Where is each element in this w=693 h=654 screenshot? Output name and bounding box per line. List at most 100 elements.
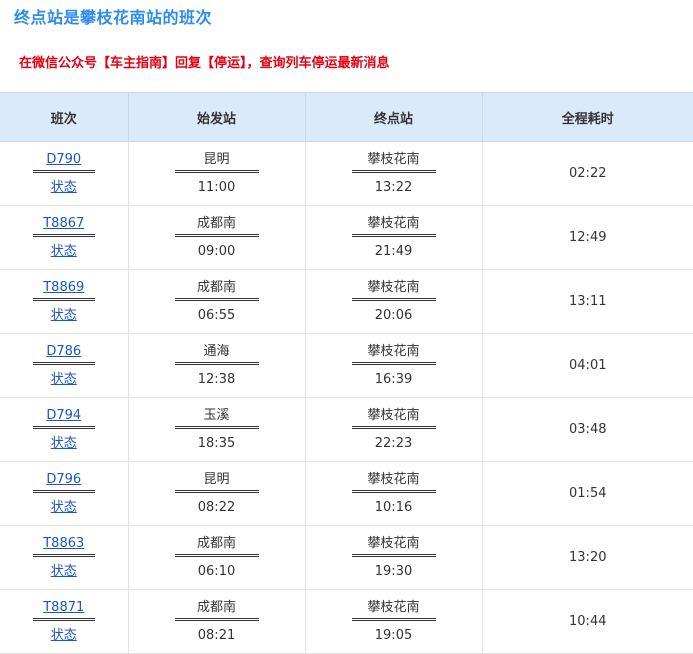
terminal-station: 攀枝花南: [351, 535, 436, 557]
column-header-train: 班次: [0, 92, 129, 142]
train-status-link[interactable]: 状态: [51, 243, 77, 261]
origin-cell: 成都南 06:55: [128, 269, 306, 334]
train-number-link[interactable]: D794: [46, 408, 81, 423]
train-status-link[interactable]: 状态: [51, 307, 77, 325]
terminal-station: 攀枝花南: [351, 279, 436, 301]
departure-time: 18:35: [197, 435, 236, 451]
origin-station: 昆明: [174, 151, 259, 173]
train-cell: D786 状态: [0, 333, 129, 398]
origin-cell: 通海 12:38: [128, 333, 306, 398]
train-cell: T8871 状态: [0, 589, 129, 654]
origin-cell: 玉溪 18:35: [128, 397, 306, 462]
duration-cell: 10:44: [482, 589, 693, 654]
train-status-link[interactable]: 状态: [51, 563, 77, 581]
table-row: T8867 状态 成都南 09:00 攀枝花南 21:49 12:49: [0, 205, 693, 270]
page-title: 终点站是攀枝花南站的班次: [14, 8, 213, 27]
train-cell: T8863 状态: [0, 525, 129, 590]
train-number-link[interactable]: T8869: [43, 280, 84, 295]
duration-cell: 12:49: [482, 205, 693, 270]
origin-cell: 成都南 09:00: [128, 205, 306, 270]
duration-value: 13:11: [569, 294, 607, 309]
origin-cell: 昆明 08:22: [128, 461, 306, 526]
train-status-link[interactable]: 状态: [51, 627, 77, 645]
train-cell: D794 状态: [0, 397, 129, 462]
terminal-cell: 攀枝花南 19:05: [305, 589, 483, 654]
arrival-time: 22:23: [374, 435, 413, 451]
train-cell: T8867 状态: [0, 205, 129, 270]
origin-station: 昆明: [174, 471, 259, 493]
train-number-wrap: D786: [32, 343, 95, 365]
train-number-wrap: D790: [32, 151, 95, 173]
departure-time: 06:55: [197, 307, 236, 323]
duration-cell: 13:20: [482, 525, 693, 590]
train-number-wrap: T8869: [32, 279, 95, 301]
train-status-link[interactable]: 状态: [51, 179, 77, 197]
origin-cell: 成都南 08:21: [128, 589, 306, 654]
train-status-link[interactable]: 状态: [51, 371, 77, 389]
arrival-time: 20:06: [374, 307, 413, 323]
train-number-link[interactable]: T8863: [43, 536, 84, 551]
duration-value: 12:49: [569, 230, 607, 245]
duration-cell: 02:22: [482, 141, 693, 206]
terminal-station: 攀枝花南: [351, 343, 436, 365]
train-number-wrap: D796: [32, 471, 95, 493]
duration-cell: 04:01: [482, 333, 693, 398]
duration-value: 10:44: [569, 614, 607, 629]
table-row: D794 状态 玉溪 18:35 攀枝花南 22:23 03:48: [0, 397, 693, 462]
table-header-row: 班次 始发站 终点站 全程耗时: [0, 92, 693, 142]
departure-time: 06:10: [197, 563, 236, 579]
train-status-link[interactable]: 状态: [51, 435, 77, 453]
train-number-link[interactable]: T8867: [43, 216, 84, 231]
duration-value: 04:01: [569, 358, 607, 373]
train-number-link[interactable]: T8871: [43, 600, 84, 615]
duration-cell: 01:54: [482, 461, 693, 526]
train-number-wrap: D794: [32, 407, 95, 429]
column-header-terminal: 终点站: [305, 92, 483, 142]
terminal-cell: 攀枝花南 22:23: [305, 397, 483, 462]
arrival-time: 19:05: [374, 627, 413, 643]
train-number-wrap: T8871: [32, 599, 95, 621]
table-row: D796 状态 昆明 08:22 攀枝花南 10:16 01:54: [0, 461, 693, 526]
origin-station: 成都南: [174, 535, 259, 557]
departure-time: 08:21: [197, 627, 236, 643]
train-status-link[interactable]: 状态: [51, 499, 77, 517]
terminal-cell: 攀枝花南 10:16: [305, 461, 483, 526]
terminal-station: 攀枝花南: [351, 599, 436, 621]
duration-value: 01:54: [569, 486, 607, 501]
train-number-link[interactable]: D790: [46, 152, 81, 167]
terminal-station: 攀枝花南: [351, 471, 436, 493]
wechat-notice: 在微信公众号【车主指南】回复【停运】，查询列车停运最新消息: [19, 56, 390, 71]
table-row: T8863 状态 成都南 06:10 攀枝花南 19:30 13:20: [0, 525, 693, 590]
origin-station: 玉溪: [174, 407, 259, 429]
departure-time: 09:00: [197, 243, 236, 259]
train-number-wrap: T8863: [32, 535, 95, 557]
terminal-cell: 攀枝花南 16:39: [305, 333, 483, 398]
departure-time: 08:22: [197, 499, 236, 515]
terminal-cell: 攀枝花南 19:30: [305, 525, 483, 590]
table-row: D786 状态 通海 12:38 攀枝花南 16:39 04:01: [0, 333, 693, 398]
train-number-link[interactable]: D796: [46, 472, 81, 487]
train-cell: T8869 状态: [0, 269, 129, 334]
terminal-cell: 攀枝花南 21:49: [305, 205, 483, 270]
table-row: T8871 状态 成都南 08:21 攀枝花南 19:05 10:44: [0, 589, 693, 654]
duration-cell: 13:11: [482, 269, 693, 334]
table-row: T8869 状态 成都南 06:55 攀枝花南 20:06 13:11: [0, 269, 693, 334]
arrival-time: 16:39: [374, 371, 413, 387]
origin-station: 成都南: [174, 215, 259, 237]
arrival-time: 21:49: [374, 243, 413, 259]
arrival-time: 10:16: [374, 499, 413, 515]
arrival-time: 19:30: [374, 563, 413, 579]
duration-value: 13:20: [569, 550, 607, 565]
train-cell: D796 状态: [0, 461, 129, 526]
terminal-station: 攀枝花南: [351, 407, 436, 429]
terminal-cell: 攀枝花南 13:22: [305, 141, 483, 206]
origin-station: 成都南: [174, 279, 259, 301]
train-number-wrap: T8867: [32, 215, 95, 237]
origin-cell: 昆明 11:00: [128, 141, 306, 206]
origin-station: 成都南: [174, 599, 259, 621]
train-cell: D790 状态: [0, 141, 129, 206]
duration-value: 03:48: [569, 422, 607, 437]
origin-station: 通海: [174, 343, 259, 365]
train-schedule-table: 班次 始发站 终点站 全程耗时 D790 状态 昆明 11:00 攀枝花南 13:22 02…: [0, 92, 693, 654]
train-number-link[interactable]: D786: [46, 344, 81, 359]
